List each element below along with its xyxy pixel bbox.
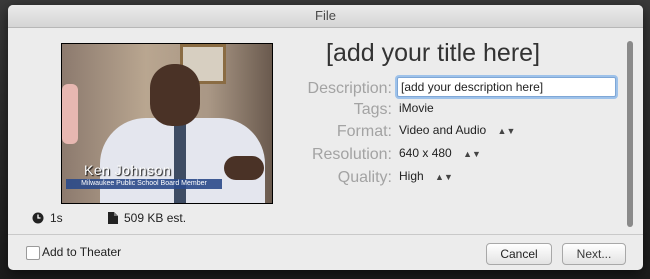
- file-size-info: 509 KB est.: [108, 211, 186, 225]
- up-down-stepper-icon: ▲▼: [435, 172, 453, 182]
- preview-person-tie: [174, 124, 186, 203]
- tags-value[interactable]: iMovie: [399, 101, 434, 115]
- footer-divider: [8, 234, 643, 235]
- format-select[interactable]: Video and Audio ▲▼: [399, 123, 515, 137]
- dialog-title: File: [8, 5, 643, 28]
- video-preview-thumbnail: Ken Johnson Milwaukee Public School Boar…: [61, 43, 273, 204]
- preview-person-head: [150, 64, 200, 126]
- resolution-select[interactable]: 640 x 480 ▲▼: [399, 146, 481, 160]
- duration-info: 1s: [32, 211, 63, 225]
- up-down-stepper-icon: ▲▼: [463, 149, 481, 159]
- share-file-dialog: File Ken Johnson Milwaukee Public School…: [8, 5, 643, 270]
- vertical-scrollbar[interactable]: [627, 41, 633, 227]
- description-label: Description:: [307, 80, 392, 97]
- add-to-theater-label[interactable]: Add to Theater: [42, 245, 121, 259]
- quality-label: Quality:: [337, 169, 392, 186]
- clock-icon: [32, 212, 44, 224]
- document-icon: [108, 212, 118, 224]
- duration-value: 1s: [50, 211, 63, 225]
- format-value: Video and Audio: [399, 123, 487, 137]
- preview-lamp: [62, 84, 78, 144]
- cancel-button[interactable]: Cancel: [486, 243, 552, 265]
- video-title[interactable]: [add your title here]: [326, 39, 540, 68]
- next-button[interactable]: Next...: [562, 243, 626, 265]
- lower-third-name: Ken Johnson: [84, 162, 172, 178]
- file-size-value: 509 KB est.: [124, 211, 187, 225]
- resolution-value: 640 x 480: [399, 146, 452, 160]
- tags-label: Tags:: [353, 101, 392, 118]
- format-label: Format:: [336, 123, 392, 140]
- lower-third-role: Milwaukee Public School Board Member: [66, 179, 222, 189]
- add-to-theater-checkbox[interactable]: [26, 246, 40, 260]
- quality-value: High: [399, 169, 424, 183]
- up-down-stepper-icon: ▲▼: [497, 126, 516, 136]
- quality-select[interactable]: High ▲▼: [399, 169, 453, 183]
- preview-person-hand: [224, 156, 264, 180]
- description-field[interactable]: [add your description here]: [397, 77, 616, 97]
- resolution-label: Resolution:: [311, 146, 392, 163]
